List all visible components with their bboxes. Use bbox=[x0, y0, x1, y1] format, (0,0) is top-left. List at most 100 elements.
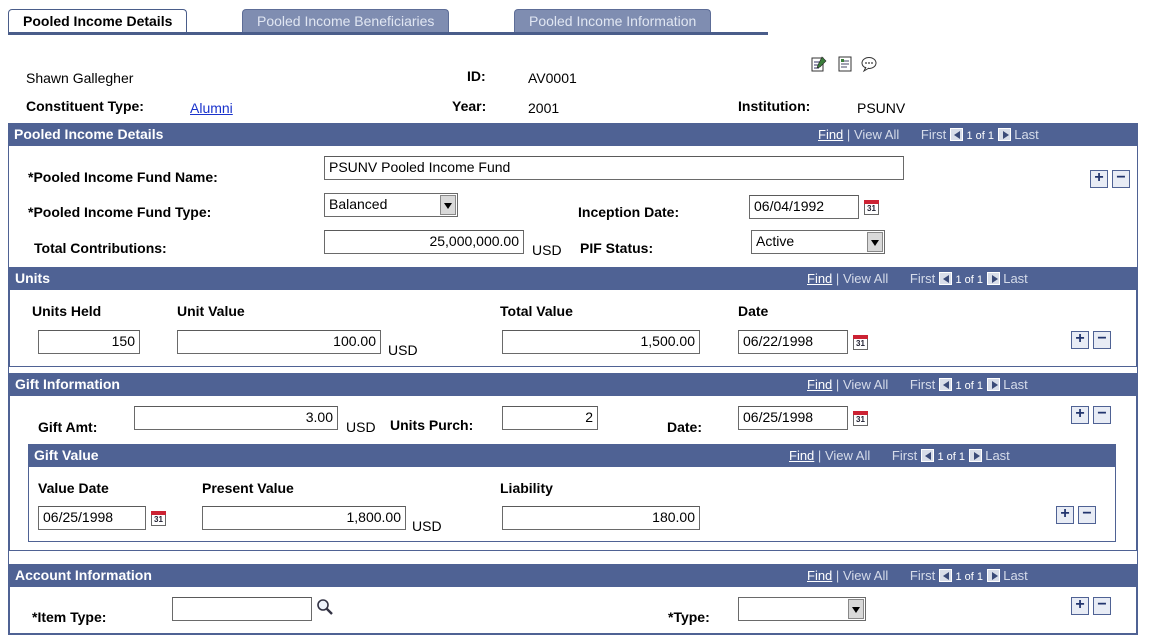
units-held-field[interactable]: 150 bbox=[38, 330, 140, 354]
type-select[interactable] bbox=[738, 597, 866, 621]
tab-pooled-income-beneficiaries[interactable]: Pooled Income Beneficiaries bbox=[242, 9, 450, 33]
gift-date-field[interactable]: 06/25/1998 bbox=[738, 406, 848, 430]
comment-icon[interactable] bbox=[860, 55, 878, 73]
first-arrow-icon[interactable] bbox=[949, 128, 963, 141]
fund-name-field[interactable]: PSUNV Pooled Income Fund bbox=[324, 156, 904, 180]
currency-label: USD bbox=[346, 419, 376, 435]
remove-row-button[interactable]: − bbox=[1093, 406, 1111, 424]
currency-label: USD bbox=[412, 518, 442, 534]
gift-nav: Find | View All First 1 of 1 Last bbox=[807, 377, 1028, 392]
details-header: Pooled Income Details Find | View All Fi… bbox=[8, 123, 1138, 146]
year-label: Year: bbox=[452, 98, 487, 114]
calendar-icon[interactable]: 31 bbox=[853, 335, 868, 350]
fund-name-label: *Pooled Income Fund Name: bbox=[28, 169, 218, 185]
add-row-button[interactable]: + bbox=[1056, 506, 1074, 524]
id-label: ID: bbox=[467, 68, 486, 84]
first-arrow-icon[interactable] bbox=[938, 569, 952, 582]
add-row-button[interactable]: + bbox=[1071, 406, 1089, 424]
type-label: *Type: bbox=[668, 609, 710, 625]
total-value-header: Total Value bbox=[500, 303, 573, 319]
first-arrow-icon[interactable] bbox=[938, 378, 952, 391]
account-nav: Find | View All First 1 of 1 Last bbox=[807, 568, 1028, 583]
search-icon[interactable] bbox=[316, 598, 334, 616]
calendar-icon[interactable]: 31 bbox=[151, 511, 166, 526]
last-arrow-icon[interactable] bbox=[986, 569, 1000, 582]
date-header: Date bbox=[738, 303, 769, 319]
value-date-field[interactable]: 06/25/1998 bbox=[38, 506, 146, 530]
last-arrow-icon[interactable] bbox=[997, 128, 1011, 141]
calendar-icon[interactable]: 31 bbox=[864, 200, 879, 215]
units-nav: Find | View All First 1 of 1 Last bbox=[807, 271, 1028, 286]
currency-label: USD bbox=[532, 242, 562, 258]
currency-label: USD bbox=[388, 342, 418, 358]
units-title: Units bbox=[15, 270, 50, 286]
units-header: Units Find | View All First 1 of 1 Last bbox=[9, 267, 1137, 290]
add-row-button[interactable]: + bbox=[1071, 331, 1089, 349]
last-arrow-icon[interactable] bbox=[968, 449, 982, 462]
units-held-header: Units Held bbox=[32, 303, 102, 319]
find-link[interactable]: Find bbox=[818, 127, 843, 142]
notepad-icon[interactable] bbox=[810, 55, 828, 73]
total-contributions-label: Total Contributions: bbox=[34, 240, 167, 256]
present-value-field[interactable]: 1,800.00 bbox=[202, 506, 406, 530]
institution-label: Institution: bbox=[738, 98, 811, 114]
tab-pooled-income-details[interactable]: Pooled Income Details bbox=[8, 9, 188, 33]
chevron-down-icon[interactable] bbox=[848, 599, 864, 619]
remove-row-button[interactable]: − bbox=[1112, 170, 1130, 188]
constituent-type-link[interactable]: Alumni bbox=[190, 100, 233, 116]
gift-title: Gift Information bbox=[15, 376, 120, 392]
unit-value-field[interactable]: 100.00 bbox=[177, 330, 381, 354]
gift-value-title: Gift Value bbox=[34, 447, 99, 463]
item-type-label: *Item Type: bbox=[32, 609, 107, 625]
tab-underline bbox=[8, 32, 768, 35]
remove-row-button[interactable]: − bbox=[1078, 506, 1096, 524]
report-icon[interactable] bbox=[836, 55, 854, 73]
chevron-down-icon[interactable] bbox=[440, 195, 456, 215]
gift-amt-label: Gift Amt: bbox=[38, 419, 98, 435]
units-purch-field[interactable]: 2 bbox=[502, 406, 598, 430]
constituent-type-label: Constituent Type: bbox=[26, 98, 144, 114]
last-arrow-icon[interactable] bbox=[986, 272, 1000, 285]
fund-type-label: *Pooled Income Fund Type: bbox=[28, 204, 212, 220]
fund-type-select[interactable]: Balanced bbox=[324, 193, 458, 217]
inception-date-label: Inception Date: bbox=[578, 204, 680, 220]
total-value-field[interactable]: 1,500.00 bbox=[502, 330, 700, 354]
units-purch-label: Units Purch: bbox=[390, 417, 474, 433]
first-arrow-icon[interactable] bbox=[938, 272, 952, 285]
calendar-icon[interactable]: 31 bbox=[853, 411, 868, 426]
present-value-header: Present Value bbox=[202, 480, 294, 496]
institution-value: PSUNV bbox=[857, 100, 906, 116]
total-contributions-field[interactable]: 25,000,000.00 bbox=[324, 230, 524, 254]
details-nav: Find | View All First 1 of 1 Last bbox=[818, 127, 1039, 142]
value-date-header: Value Date bbox=[38, 480, 109, 496]
add-row-button[interactable]: + bbox=[1090, 170, 1108, 188]
details-title: Pooled Income Details bbox=[14, 126, 164, 142]
remove-row-button[interactable]: − bbox=[1093, 597, 1111, 615]
gift-amt-field[interactable]: 3.00 bbox=[134, 406, 338, 430]
year-value: 2001 bbox=[528, 100, 560, 116]
pif-status-label: PIF Status: bbox=[580, 240, 654, 256]
account-header: Account Information Find | View All Firs… bbox=[9, 564, 1137, 587]
inception-date-field[interactable]: 06/04/1992 bbox=[749, 195, 859, 219]
view-all-link[interactable]: View All bbox=[854, 127, 899, 142]
constituent-name: Shawn Gallegher bbox=[26, 70, 134, 86]
gift-header: Gift Information Find | View All First 1… bbox=[9, 373, 1137, 396]
id-value: AV0001 bbox=[528, 70, 577, 86]
tab-pooled-income-information[interactable]: Pooled Income Information bbox=[514, 9, 712, 33]
pif-status-select[interactable]: Active bbox=[751, 230, 885, 254]
add-row-button[interactable]: + bbox=[1071, 597, 1089, 615]
unit-value-header: Unit Value bbox=[177, 303, 245, 319]
account-title: Account Information bbox=[15, 567, 152, 583]
item-type-field[interactable] bbox=[172, 597, 312, 621]
first-arrow-icon[interactable] bbox=[920, 449, 934, 462]
units-date-field[interactable]: 06/22/1998 bbox=[738, 330, 848, 354]
liability-header: Liability bbox=[500, 480, 553, 496]
liability-field[interactable]: 180.00 bbox=[502, 506, 700, 530]
gift-value-header: Gift Value Find | View All First 1 of 1 … bbox=[28, 444, 1116, 467]
remove-row-button[interactable]: − bbox=[1093, 331, 1111, 349]
last-arrow-icon[interactable] bbox=[986, 378, 1000, 391]
gift-date-label: Date: bbox=[667, 419, 703, 435]
chevron-down-icon[interactable] bbox=[867, 232, 883, 252]
page: Pooled Income Details Pooled Income Bene… bbox=[0, 0, 1151, 636]
gift-value-nav: Find | View All First 1 of 1 Last bbox=[789, 448, 1010, 463]
